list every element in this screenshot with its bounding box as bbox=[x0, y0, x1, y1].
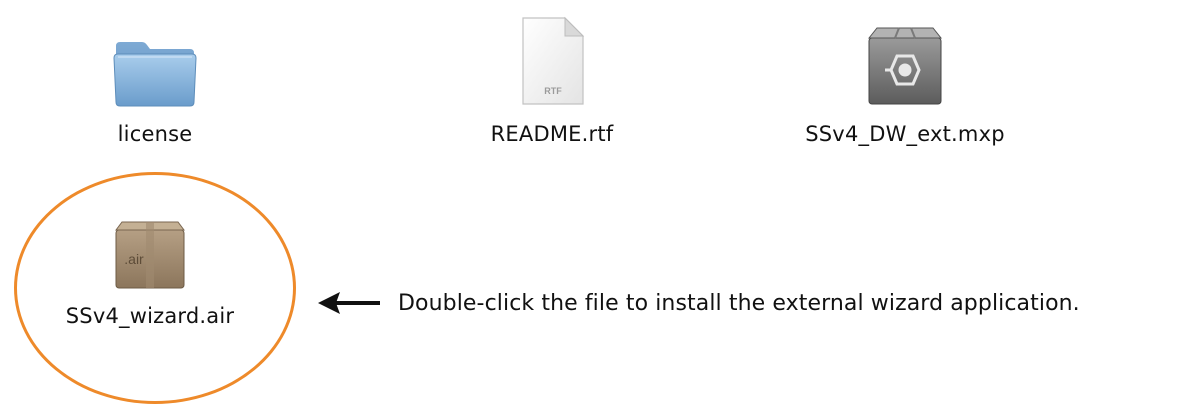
file-readme[interactable]: RTF README.rtf bbox=[452, 12, 652, 146]
rtf-badge: RTF bbox=[544, 86, 562, 96]
file-name: SSv4_DW_ext.mxp bbox=[805, 122, 1005, 146]
rtf-document-icon: RTF bbox=[507, 12, 597, 108]
file-mxp[interactable]: SSv4_DW_ext.mxp bbox=[775, 12, 1035, 146]
air-badge: .air bbox=[124, 251, 144, 267]
file-air-installer[interactable]: .air SSv4_wizard.air bbox=[40, 208, 260, 328]
file-name: SSv4_wizard.air bbox=[65, 304, 235, 328]
instruction-callout: Double-click the file to install the ext… bbox=[318, 288, 1080, 318]
file-name: license bbox=[117, 122, 193, 146]
left-arrow-icon bbox=[318, 292, 380, 314]
instruction-text: Double-click the file to install the ext… bbox=[398, 290, 1080, 316]
air-package-icon: .air bbox=[105, 208, 195, 292]
folder-icon bbox=[110, 12, 200, 108]
file-name: README.rtf bbox=[490, 122, 614, 146]
file-license[interactable]: license bbox=[95, 12, 215, 146]
extension-package-icon bbox=[860, 12, 950, 108]
